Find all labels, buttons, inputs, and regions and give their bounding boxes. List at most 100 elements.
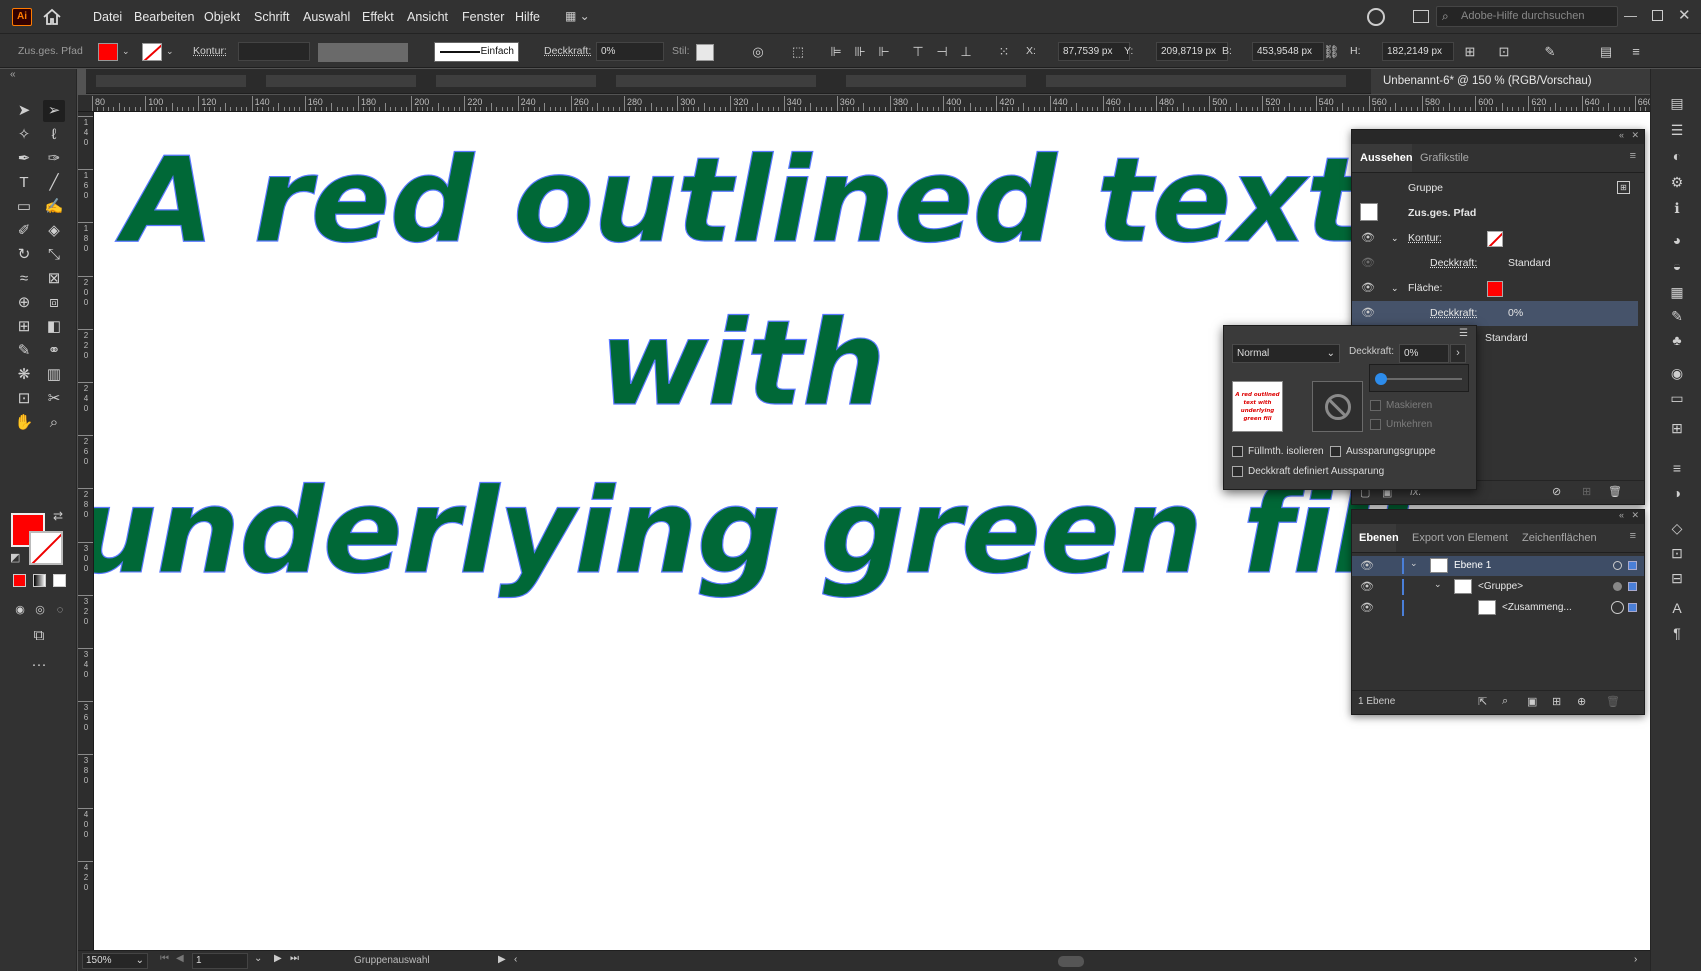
compound-path-name[interactable]: <Zusammeng...: [1502, 602, 1572, 613]
align-right-icon[interactable]: ⊩: [876, 44, 892, 60]
blurred-tab[interactable]: [96, 75, 246, 87]
color-icon[interactable]: ◕: [1668, 231, 1686, 249]
warp-tool-icon[interactable]: ≈: [13, 268, 35, 290]
slider-handle[interactable]: [1375, 373, 1387, 385]
eyedropper-icon[interactable]: ✎: [13, 340, 35, 362]
type-tool-icon[interactable]: T: [13, 172, 35, 194]
gradient-icon[interactable]: ▭: [1668, 389, 1686, 407]
export-icon[interactable]: ⇱: [1478, 695, 1487, 708]
knockout-group-checkbox[interactable]: [1330, 446, 1341, 457]
prev-artboard-icon[interactable]: ◀: [176, 953, 184, 964]
panel-header[interactable]: « ✕: [1352, 510, 1644, 524]
menu-auswahl[interactable]: Auswahl: [303, 0, 350, 34]
hand-tool-icon[interactable]: ✋: [13, 412, 35, 434]
layer-row[interactable]: 👁 ⌄ Ebene 1: [1352, 556, 1644, 576]
trash-icon[interactable]: 🗑: [1608, 485, 1622, 498]
scale-tool-icon[interactable]: ⤡: [43, 244, 65, 266]
align-icon[interactable]: ⊟: [1668, 569, 1686, 587]
graphic-styles-icon[interactable]: ⊞: [1668, 419, 1686, 437]
account-icon[interactable]: [1367, 8, 1385, 26]
opacity-field[interactable]: 0%: [596, 42, 664, 61]
rectangle-tool-icon[interactable]: ▭: [13, 196, 35, 218]
app-logo[interactable]: Ai: [12, 8, 32, 26]
appearance-object-row[interactable]: Zus.ges. Pfad: [1352, 201, 1638, 226]
tab-export-von-element[interactable]: Export von Element: [1412, 524, 1524, 552]
add-group-icon[interactable]: ⊞: [1617, 181, 1630, 194]
swatches-icon[interactable]: ▦: [1668, 283, 1686, 301]
eye-icon[interactable]: 👁: [1361, 226, 1375, 251]
fill-swatch[interactable]: [98, 43, 118, 61]
eye-icon[interactable]: 👁: [1360, 559, 1374, 572]
direct-selection-tool-icon[interactable]: ➢: [43, 100, 65, 122]
panel-menu-icon[interactable]: ≡: [1630, 530, 1636, 542]
artboard-number-field[interactable]: 1: [192, 953, 248, 969]
panel-menu-icon[interactable]: ≡: [1630, 150, 1636, 162]
puppet-warp-icon[interactable]: ✎: [1542, 44, 1558, 60]
properties-icon[interactable]: ▤: [1668, 94, 1686, 112]
gradient-mode-icon[interactable]: [33, 574, 46, 587]
chevron-down-icon[interactable]: ⌄: [166, 46, 174, 57]
cc-icon[interactable]: ◐: [1668, 147, 1686, 165]
new-layer-icon[interactable]: ⊕: [1577, 695, 1586, 708]
horizontal-scrollbar-thumb[interactable]: [1058, 956, 1084, 967]
align-top-icon[interactable]: ⊤: [910, 44, 926, 60]
stroke-weight-field[interactable]: [238, 42, 310, 61]
collapse-icon[interactable]: «: [10, 69, 16, 80]
transform-icon[interactable]: ⊡: [1668, 544, 1686, 562]
tab-aussehen[interactable]: Aussehen: [1352, 144, 1413, 172]
locate-object-icon[interactable]: ⌕: [1502, 695, 1508, 708]
last-artboard-icon[interactable]: ⏭: [290, 953, 299, 964]
selection-indicator[interactable]: [1628, 561, 1637, 570]
opacity-label[interactable]: Deckkraft:: [544, 34, 591, 68]
free-transform-icon[interactable]: ⊠: [43, 268, 65, 290]
zoom-select[interactable]: 150% ⌄: [82, 953, 148, 969]
rotate-tool-icon[interactable]: ↻: [13, 244, 35, 266]
shaper-tool-icon[interactable]: ✐: [13, 220, 35, 242]
color-guide-icon[interactable]: ◒: [1668, 257, 1686, 275]
align-left-icon[interactable]: ⊫: [828, 44, 844, 60]
draw-inside-icon[interactable]: ◌: [49, 599, 71, 621]
target-icon[interactable]: [1613, 582, 1622, 591]
color-mode-icon[interactable]: [13, 574, 26, 587]
menu-fenster[interactable]: Fenster: [462, 0, 504, 34]
target-icon[interactable]: [1613, 561, 1622, 570]
trans-opacity-field[interactable]: 0%: [1399, 344, 1449, 363]
isolate-icon[interactable]: ⊡: [1496, 44, 1512, 60]
info-icon[interactable]: ℹ: [1668, 199, 1686, 217]
align-middle-icon[interactable]: ⊣: [934, 44, 950, 60]
selection-tool-icon[interactable]: ➤: [13, 100, 35, 122]
close-icon[interactable]: ✕: [1631, 130, 1639, 141]
shape-builder-icon[interactable]: ⊕: [13, 292, 35, 314]
fill-red-swatch[interactable]: [1487, 281, 1503, 297]
clear-appearance-icon[interactable]: ⊘: [1552, 485, 1561, 498]
new-sublayer-icon[interactable]: ⊞: [1552, 695, 1561, 708]
layer-row[interactable]: 👁 ⌄ <Gruppe>: [1352, 577, 1644, 597]
menu-bearbeiten[interactable]: Bearbeiten: [134, 0, 194, 34]
variable-width-profile[interactable]: [318, 43, 408, 62]
layer-row[interactable]: 👁 <Zusammeng...: [1352, 598, 1644, 618]
collapse-icon[interactable]: «: [1619, 130, 1624, 140]
stroke-label[interactable]: Kontur:: [193, 34, 227, 68]
appearance-fill-opacity-row[interactable]: 👁 Deckkraft: 0%: [1352, 301, 1638, 326]
mesh-tool-icon[interactable]: ⊞: [13, 316, 35, 338]
slice-tool-icon[interactable]: ✂: [43, 388, 65, 410]
eye-icon[interactable]: 👁: [1361, 276, 1375, 301]
align-center-icon[interactable]: ⊪: [852, 44, 868, 60]
brushes-icon[interactable]: ✎: [1668, 307, 1686, 325]
layers-dock-icon[interactable]: ◇: [1668, 519, 1686, 537]
menu-objekt[interactable]: Objekt: [204, 0, 240, 34]
link-proportions-icon[interactable]: ⛓: [1323, 44, 1340, 60]
mask-thumbnail[interactable]: [1312, 381, 1363, 432]
eye-icon[interactable]: 👁: [1360, 580, 1374, 593]
chevron-down-icon[interactable]: ⌄: [1391, 226, 1399, 251]
paragraph-icon[interactable]: ¶: [1668, 624, 1686, 642]
target-icon[interactable]: [1611, 601, 1624, 614]
chevron-down-icon[interactable]: ⌄: [1434, 579, 1442, 590]
menu-hilfe[interactable]: Hilfe: [515, 0, 540, 34]
appearance-stroke-row[interactable]: 👁 ⌄ Kontur:: [1352, 226, 1638, 251]
menu-schrift[interactable]: Schrift: [254, 0, 289, 34]
workspace-switcher-icon[interactable]: ▦ ⌄: [565, 9, 597, 25]
magic-wand-icon[interactable]: ✧: [13, 124, 35, 146]
selection-indicator[interactable]: [1628, 582, 1637, 591]
graph-tool-icon[interactable]: ▥: [43, 364, 65, 386]
